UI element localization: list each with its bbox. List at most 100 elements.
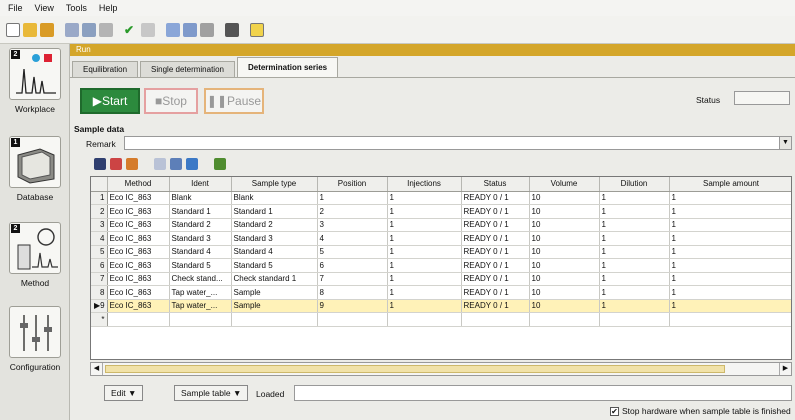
table-cell[interactable]: 10 — [529, 218, 600, 232]
table-row[interactable]: ▶ 9 Eco IC_863 Tap water_... Sample 9 1 READY 0… — [91, 299, 791, 313]
table-cell[interactable]: 5 — [317, 245, 388, 259]
table-cell[interactable]: Standard 2 — [169, 218, 232, 232]
table-cell[interactable]: 6 — [317, 258, 388, 273]
edit-menu-button[interactable]: Edit ▼ — [104, 385, 144, 401]
copy-icon[interactable] — [154, 158, 166, 170]
table-cell[interactable]: 10 — [529, 299, 600, 313]
table-cell[interactable]: 1 — [387, 285, 462, 300]
row-number[interactable]: 7 — [91, 272, 108, 286]
row-number[interactable]: 5 — [91, 245, 108, 259]
table-cell[interactable]: 1 — [669, 231, 791, 246]
table-cell[interactable]: READY 0 / 1 — [461, 191, 530, 205]
table-cell[interactable]: 10 — [529, 231, 600, 246]
table-cell[interactable]: READY 0 / 1 — [461, 218, 530, 232]
sidebar-item-database[interactable]: 1 Database — [4, 136, 66, 202]
scroll-left-icon[interactable]: ◀ — [91, 363, 103, 375]
table-cell[interactable]: 1 — [669, 218, 791, 232]
new-row[interactable]: * — [91, 312, 791, 327]
table-cell[interactable]: Eco IC_863 — [107, 272, 170, 286]
sidebar-item-workplace[interactable]: 2 Workplace — [4, 48, 66, 114]
table-cell[interactable]: Eco IC_863 — [107, 204, 170, 219]
table-row[interactable]: 1 Eco IC_863 Blank Blank 1 1 READY 0 / 1 10 1 1 — [91, 191, 791, 205]
stop-hardware-checkbox[interactable]: ✔ — [610, 406, 619, 416]
table-cell[interactable]: 1 — [387, 245, 462, 259]
search-icon[interactable] — [166, 22, 180, 37]
table-cell[interactable]: Eco IC_863 — [107, 218, 170, 232]
table-cell[interactable]: Standard 1 — [169, 204, 232, 219]
chevron-down-icon[interactable]: ▼ — [779, 137, 791, 149]
table-cell[interactable]: 1 — [387, 191, 462, 205]
table-cell[interactable]: Standard 5 — [231, 258, 318, 273]
table-cell[interactable]: READY 0 / 1 — [461, 272, 530, 286]
table-cell[interactable]: 2 — [317, 204, 388, 219]
grid-edit-icon[interactable] — [82, 22, 96, 37]
table-cell[interactable]: Standard 3 — [231, 231, 318, 246]
table-cell[interactable]: Standard 4 — [169, 245, 232, 259]
table-cell[interactable]: 10 — [529, 272, 600, 286]
table-cell[interactable]: 1 — [599, 285, 670, 300]
table-cell[interactable]: 1 — [599, 218, 670, 232]
table-cell[interactable]: 10 — [529, 204, 600, 219]
table-cell[interactable]: Tap water_... — [169, 285, 232, 300]
row-number[interactable]: 2 — [91, 204, 108, 219]
table-cell[interactable]: 3 — [317, 218, 388, 232]
menu-help[interactable]: Help — [99, 3, 118, 13]
table-cell[interactable]: 1 — [599, 231, 670, 246]
insert-row-icon[interactable] — [170, 158, 182, 170]
table-cell[interactable]: READY 0 / 1 — [461, 245, 530, 259]
pdf-icon[interactable] — [110, 158, 122, 170]
user-icon[interactable] — [225, 22, 239, 37]
table-cell[interactable]: Standard 1 — [231, 204, 318, 219]
stop-button[interactable]: ■Stop — [144, 88, 198, 114]
table-cell[interactable]: 1 — [387, 299, 462, 313]
table-cell[interactable]: Eco IC_863 — [107, 231, 170, 246]
horizontal-scrollbar[interactable]: ◀ ▶ — [90, 362, 792, 376]
table-cell[interactable]: 4 — [317, 231, 388, 246]
tab-determination-series[interactable]: Determination series — [236, 57, 339, 77]
print-icon[interactable] — [99, 22, 113, 37]
folder-icon[interactable] — [40, 22, 54, 37]
table-cell[interactable]: Tap water_... — [169, 299, 232, 313]
table-cell[interactable]: 1 — [387, 258, 462, 273]
table-cell[interactable] — [231, 312, 318, 327]
table-cell[interactable]: 1 — [387, 272, 462, 286]
column-header[interactable]: Sample type — [231, 177, 318, 192]
table-cell[interactable]: Check stand... — [169, 272, 232, 286]
table-cell[interactable]: 10 — [529, 245, 600, 259]
table-cell[interactable]: 1 — [669, 204, 791, 219]
table-cell[interactable]: Eco IC_863 — [107, 191, 170, 205]
table-cell[interactable]: 10 — [529, 191, 600, 205]
sidebar-item-configuration[interactable]: Configuration — [4, 306, 66, 372]
report-icon[interactable] — [183, 22, 197, 37]
menu-view[interactable]: View — [35, 3, 54, 13]
column-header[interactable]: Ident — [169, 177, 232, 192]
export-icon[interactable] — [214, 158, 226, 170]
scroll-right-icon[interactable]: ▶ — [779, 363, 791, 375]
table-row[interactable]: 8 Eco IC_863 Tap water_... Sample 8 1 READY 0 … — [91, 285, 791, 300]
table-cell[interactable]: 1 — [669, 272, 791, 286]
column-header[interactable]: Position — [317, 177, 388, 192]
table-cell[interactable]: 1 — [599, 245, 670, 259]
start-button[interactable]: ▶Start — [80, 88, 140, 114]
table-cell[interactable] — [107, 312, 170, 327]
menu-tools[interactable]: Tools — [66, 3, 87, 13]
table-cell[interactable] — [529, 312, 600, 327]
table-cell[interactable]: 1 — [599, 191, 670, 205]
table-cell[interactable]: 10 — [529, 285, 600, 300]
table-cell[interactable]: 1 — [599, 299, 670, 313]
table-cell[interactable]: 1 — [669, 285, 791, 300]
tab-equilibration[interactable]: Equilibration — [72, 61, 139, 77]
table-cell[interactable]: READY 0 / 1 — [461, 231, 530, 246]
table-cell[interactable]: Standard 4 — [231, 245, 318, 259]
row-number[interactable]: 8 — [91, 285, 108, 300]
table-cell[interactable]: READY 0 / 1 — [461, 204, 530, 219]
table-icon[interactable] — [200, 22, 214, 37]
table-cell[interactable]: Blank — [231, 191, 318, 205]
column-header[interactable]: Volume — [529, 177, 600, 192]
table-row[interactable]: 3 Eco IC_863 Standard 2 Standard 2 3 1 READY 0… — [91, 218, 791, 232]
column-header[interactable]: Sample amount — [669, 177, 791, 192]
row-number[interactable]: 6 — [91, 258, 108, 273]
table-cell[interactable]: Standard 2 — [231, 218, 318, 232]
table-cell[interactable]: 10 — [529, 258, 600, 273]
table-cell[interactable]: Eco IC_863 — [107, 285, 170, 300]
